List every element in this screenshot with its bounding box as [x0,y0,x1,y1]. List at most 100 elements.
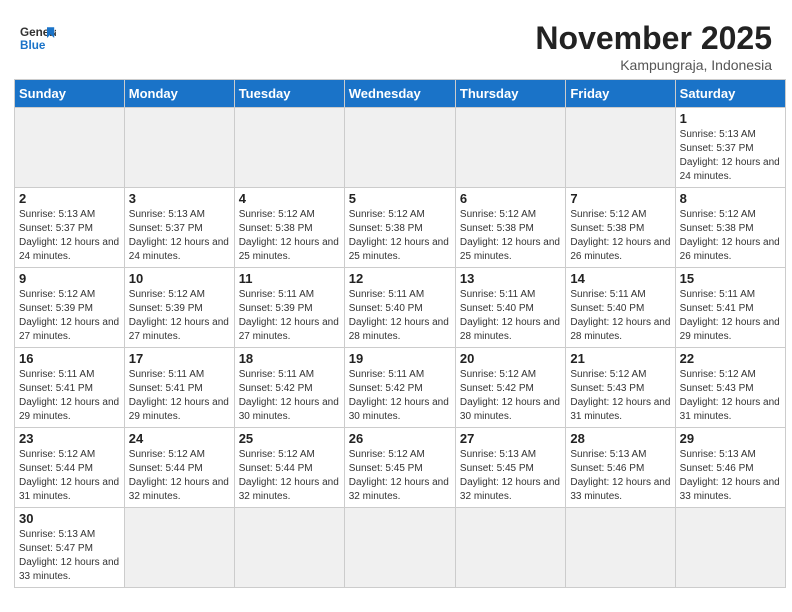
calendar-cell: 11Sunrise: 5:11 AMSunset: 5:39 PMDayligh… [234,268,344,348]
calendar-cell: 4 Sunrise: 5:12 AMSunset: 5:38 PMDaylight… [234,188,344,268]
day-info: Sunrise: 5:13 AMSunset: 5:47 PMDaylight:… [19,528,120,584]
calendar-cell: 1 Sunrise: 5:13 AMSunset: 5:37 PMDaylight… [675,108,785,188]
day-info: Sunrise: 5:13 AMSunset: 5:37 PMDaylight:… [680,128,781,184]
col-header-monday: Monday [124,80,234,108]
calendar-cell [234,108,344,188]
day-number: 26 [349,431,451,446]
day-number: 4 [239,191,340,206]
logo: General Blue [20,20,56,56]
day-number: 15 [680,271,781,286]
calendar-cell: 19 Sunrise: 5:11 AMSunset: 5:42 PMDayligh… [344,348,455,428]
calendar-cell [455,508,565,588]
calendar-week-row: 16 Sunrise: 5:11 AMSunset: 5:41 PMDayligh… [15,348,786,428]
day-info: Sunrise: 5:11 AMSunset: 5:41 PMDaylight:… [680,288,781,344]
day-info: Sunrise: 5:11 AMSunset: 5:39 PMDaylight:… [239,288,340,344]
calendar-cell [124,108,234,188]
day-info: Sunrise: 5:12 AMSunset: 5:38 PMDaylight:… [570,208,670,264]
col-header-thursday: Thursday [455,80,565,108]
logo-icon: General Blue [20,20,56,56]
calendar-cell: 29 Sunrise: 5:13 AMSunset: 5:46 PMDayligh… [675,428,785,508]
day-info: Sunrise: 5:11 AMSunset: 5:42 PMDaylight:… [349,368,451,424]
calendar-cell: 2 Sunrise: 5:13 AMSunset: 5:37 PMDaylight… [15,188,125,268]
day-info: Sunrise: 5:12 AMSunset: 5:43 PMDaylight:… [570,368,670,424]
page-header: General Blue November 2025 Kampungraja, … [10,10,782,79]
calendar-table: SundayMondayTuesdayWednesdayThursdayFrid… [14,79,786,588]
calendar-cell: 16 Sunrise: 5:11 AMSunset: 5:41 PMDayligh… [15,348,125,428]
day-number: 18 [239,351,340,366]
day-number: 25 [239,431,340,446]
calendar-cell: 8Sunrise: 5:12 AMSunset: 5:38 PMDaylight… [675,188,785,268]
calendar-cell: 6 Sunrise: 5:12 AMSunset: 5:38 PMDaylight… [455,188,565,268]
day-number: 21 [570,351,670,366]
day-info: Sunrise: 5:11 AMSunset: 5:42 PMDaylight:… [239,368,340,424]
calendar-cell: 12 Sunrise: 5:11 AMSunset: 5:40 PMDayligh… [344,268,455,348]
calendar-cell [234,508,344,588]
day-number: 23 [19,431,120,446]
title-block: November 2025 Kampungraja, Indonesia [535,20,772,73]
calendar-cell [124,508,234,588]
day-info: Sunrise: 5:12 AMSunset: 5:38 PMDaylight:… [460,208,561,264]
calendar-week-row: 30Sunrise: 5:13 AMSunset: 5:47 PMDayligh… [15,508,786,588]
day-info: Sunrise: 5:12 AMSunset: 5:38 PMDaylight:… [239,208,340,264]
day-info: Sunrise: 5:11 AMSunset: 5:40 PMDaylight:… [570,288,670,344]
calendar-cell: 18 Sunrise: 5:11 AMSunset: 5:42 PMDayligh… [234,348,344,428]
day-number: 16 [19,351,120,366]
day-number: 14 [570,271,670,286]
calendar-cell: 26 Sunrise: 5:12 AMSunset: 5:45 PMDayligh… [344,428,455,508]
calendar-header-row: SundayMondayTuesdayWednesdayThursdayFrid… [15,80,786,108]
calendar-week-row: 2 Sunrise: 5:13 AMSunset: 5:37 PMDaylight… [15,188,786,268]
day-number: 17 [129,351,230,366]
calendar-cell: 22Sunrise: 5:12 AMSunset: 5:43 PMDayligh… [675,348,785,428]
day-number: 19 [349,351,451,366]
day-info: Sunrise: 5:12 AMSunset: 5:42 PMDaylight:… [460,368,561,424]
calendar-cell [566,108,675,188]
day-info: Sunrise: 5:12 AMSunset: 5:38 PMDaylight:… [349,208,451,264]
calendar-cell: 9Sunrise: 5:12 AMSunset: 5:39 PMDaylight… [15,268,125,348]
day-number: 7 [570,191,670,206]
day-info: Sunrise: 5:12 AMSunset: 5:45 PMDaylight:… [349,448,451,504]
calendar-cell: 28Sunrise: 5:13 AMSunset: 5:46 PMDayligh… [566,428,675,508]
day-info: Sunrise: 5:13 AMSunset: 5:45 PMDaylight:… [460,448,561,504]
location-subtitle: Kampungraja, Indonesia [535,57,772,73]
day-info: Sunrise: 5:12 AMSunset: 5:43 PMDaylight:… [680,368,781,424]
day-info: Sunrise: 5:12 AMSunset: 5:39 PMDaylight:… [129,288,230,344]
day-number: 24 [129,431,230,446]
day-number: 8 [680,191,781,206]
col-header-friday: Friday [566,80,675,108]
day-number: 20 [460,351,561,366]
calendar-cell: 5 Sunrise: 5:12 AMSunset: 5:38 PMDaylight… [344,188,455,268]
day-number: 6 [460,191,561,206]
calendar-cell: 15 Sunrise: 5:11 AMSunset: 5:41 PMDayligh… [675,268,785,348]
day-info: Sunrise: 5:12 AMSunset: 5:44 PMDaylight:… [239,448,340,504]
calendar-week-row: 1 Sunrise: 5:13 AMSunset: 5:37 PMDaylight… [15,108,786,188]
calendar-cell: 20 Sunrise: 5:12 AMSunset: 5:42 PMDayligh… [455,348,565,428]
day-info: Sunrise: 5:13 AMSunset: 5:46 PMDaylight:… [680,448,781,504]
col-header-saturday: Saturday [675,80,785,108]
day-number: 3 [129,191,230,206]
day-info: Sunrise: 5:12 AMSunset: 5:44 PMDaylight:… [129,448,230,504]
calendar-cell: 10Sunrise: 5:12 AMSunset: 5:39 PMDayligh… [124,268,234,348]
day-info: Sunrise: 5:11 AMSunset: 5:41 PMDaylight:… [19,368,120,424]
calendar-cell: 27Sunrise: 5:13 AMSunset: 5:45 PMDayligh… [455,428,565,508]
col-header-sunday: Sunday [15,80,125,108]
day-number: 9 [19,271,120,286]
day-info: Sunrise: 5:13 AMSunset: 5:37 PMDaylight:… [19,208,120,264]
calendar-cell [566,508,675,588]
calendar-cell [15,108,125,188]
month-title: November 2025 [535,20,772,57]
day-number: 29 [680,431,781,446]
calendar-cell [344,108,455,188]
day-info: Sunrise: 5:11 AMSunset: 5:41 PMDaylight:… [129,368,230,424]
calendar-cell: 21 Sunrise: 5:12 AMSunset: 5:43 PMDayligh… [566,348,675,428]
day-number: 12 [349,271,451,286]
day-number: 1 [680,111,781,126]
calendar-cell: 13Sunrise: 5:11 AMSunset: 5:40 PMDayligh… [455,268,565,348]
calendar-cell: 25 Sunrise: 5:12 AMSunset: 5:44 PMDayligh… [234,428,344,508]
day-number: 2 [19,191,120,206]
day-info: Sunrise: 5:11 AMSunset: 5:40 PMDaylight:… [349,288,451,344]
calendar-cell: 3Sunrise: 5:13 AMSunset: 5:37 PMDaylight… [124,188,234,268]
calendar-week-row: 9 Sunrise: 5:12 AMSunset: 5:39 PMDaylight… [15,268,786,348]
calendar-week-row: 23 Sunrise: 5:12 AMSunset: 5:44 PMDayligh… [15,428,786,508]
day-number: 5 [349,191,451,206]
calendar-cell: 17 Sunrise: 5:11 AMSunset: 5:41 PMDayligh… [124,348,234,428]
